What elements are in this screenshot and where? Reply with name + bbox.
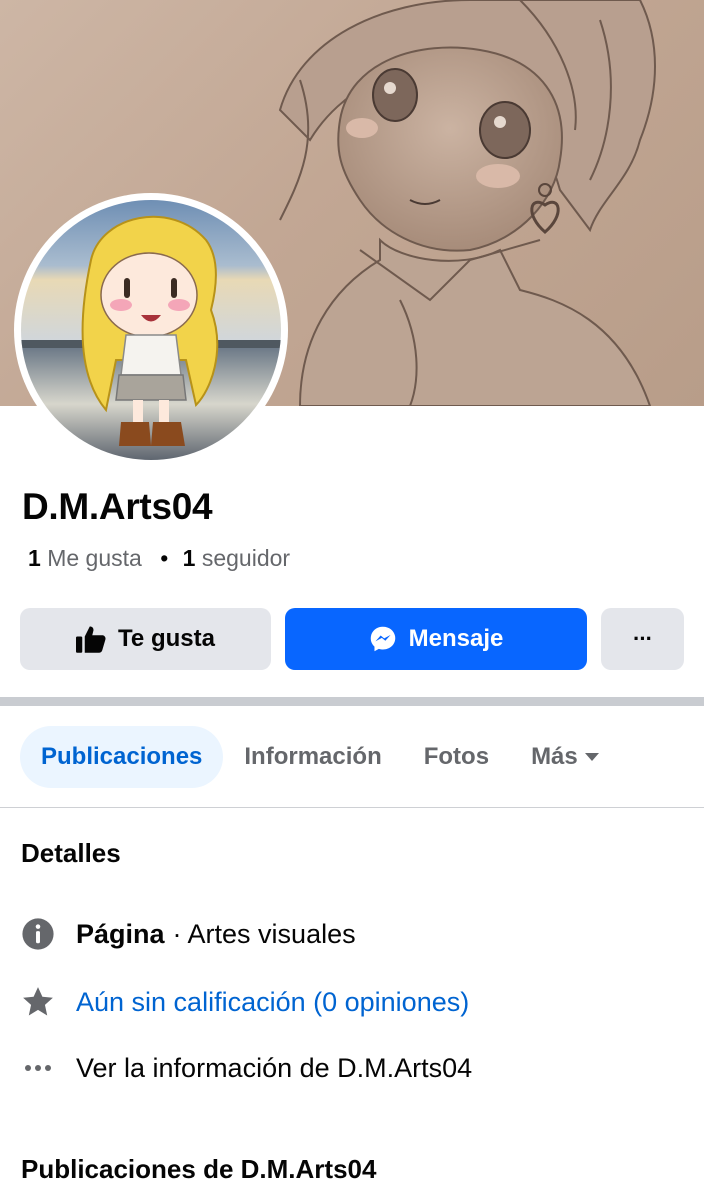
like-button-label: Te gusta bbox=[118, 625, 215, 652]
detail-category-value: · Artes visuales bbox=[172, 918, 356, 949]
section-divider bbox=[0, 697, 704, 706]
message-button-label: Mensaje bbox=[408, 625, 504, 652]
details-heading: Detalles bbox=[21, 838, 121, 868]
detail-see-info[interactable]: Ver la información de D.M.Arts04 bbox=[20, 1048, 472, 1088]
detail-rating[interactable]: Aún sin calificación (0 opiniones) bbox=[20, 982, 469, 1022]
caret-down-icon bbox=[584, 753, 599, 761]
likes-count: 1 bbox=[28, 545, 41, 571]
rating-link[interactable]: Aún sin calificación (0 opiniones) bbox=[76, 987, 469, 1018]
tab-publicaciones[interactable]: Publicaciones bbox=[20, 726, 224, 788]
info-circle-icon bbox=[20, 916, 56, 952]
more-options-button[interactable]: ··· bbox=[601, 608, 684, 670]
posts-heading: Publicaciones de D.M.Arts04 bbox=[21, 1154, 377, 1184]
messenger-icon bbox=[370, 626, 395, 652]
page-title: D.M.Arts04 bbox=[22, 486, 213, 527]
page-stats[interactable]: 1 Me gusta • 1 seguidor bbox=[28, 545, 290, 572]
message-button[interactable]: Mensaje bbox=[285, 608, 587, 670]
tab-informacion[interactable]: Información bbox=[223, 726, 402, 788]
tabs-divider bbox=[0, 807, 704, 808]
detail-category-prefix: Página bbox=[76, 918, 165, 949]
tab-mas[interactable]: Más bbox=[510, 726, 621, 788]
tab-fotos[interactable]: Fotos bbox=[403, 726, 510, 788]
detail-category: Página · Artes visuales bbox=[20, 914, 356, 954]
tab-mas-label: Más bbox=[531, 743, 578, 770]
profile-picture[interactable] bbox=[14, 193, 288, 467]
followers-count: 1 bbox=[182, 545, 196, 571]
likes-label: Me gusta bbox=[47, 545, 142, 571]
see-info-link[interactable]: Ver la información de D.M.Arts04 bbox=[76, 1053, 472, 1084]
like-page-button[interactable]: Te gusta bbox=[20, 608, 271, 670]
profile-tabs: Publicaciones Información Fotos Más bbox=[20, 726, 621, 788]
avatar bbox=[21, 200, 281, 460]
star-icon bbox=[20, 984, 56, 1020]
followers-label: seguidor bbox=[201, 545, 291, 571]
ellipsis-icon bbox=[20, 1050, 56, 1086]
thumbs-up-icon bbox=[76, 626, 106, 653]
more-dots-icon: ··· bbox=[633, 626, 653, 651]
separator-dot: • bbox=[160, 545, 169, 571]
